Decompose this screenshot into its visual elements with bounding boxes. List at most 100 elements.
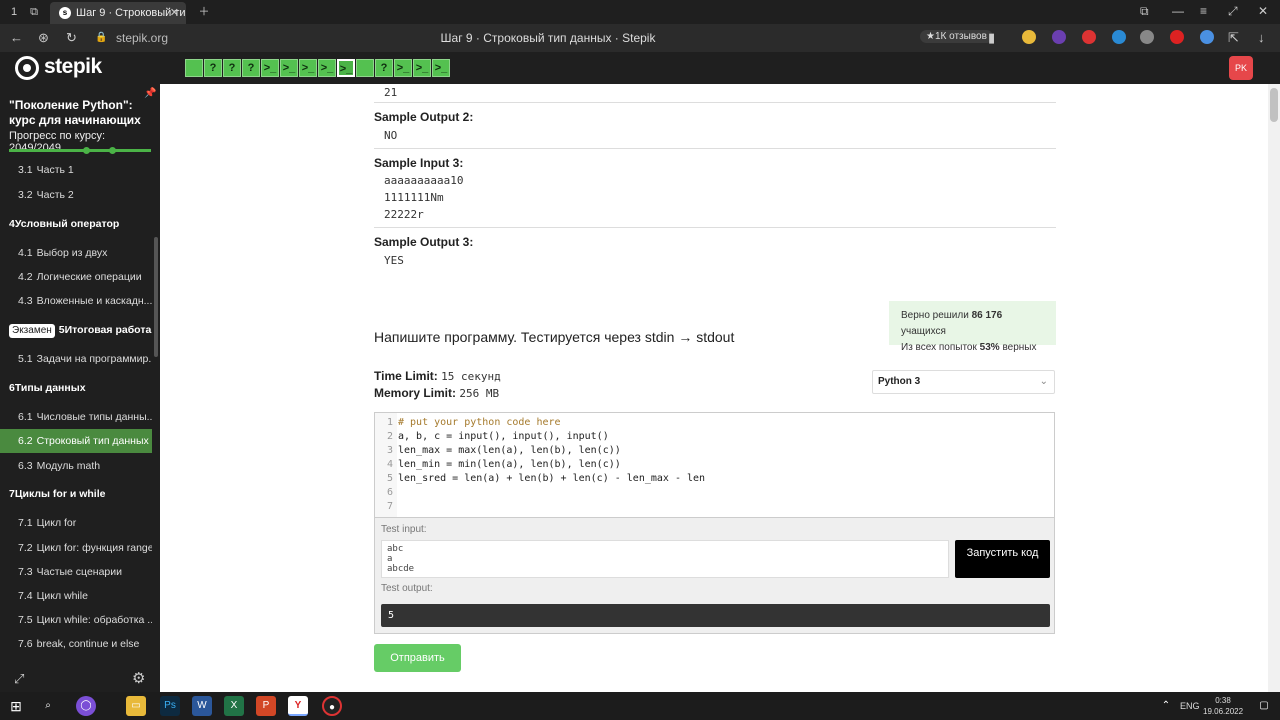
code-line[interactable]: len_min = min(len(a), len(b), len(c)) — [398, 459, 621, 470]
sidebar-lesson[interactable]: 7.6 break, continue и else — [0, 632, 152, 656]
stepik-logo-text[interactable]: stepik — [44, 55, 102, 79]
tray-expand-icon[interactable]: ⌃ — [1156, 696, 1176, 716]
sidebar-lesson[interactable]: 7.2 Цикл for: функция range — [0, 536, 152, 560]
sidebar-lesson[interactable]: 3.1 Часть 1 — [0, 158, 152, 182]
sidebar-lesson[interactable]: 7.1 Цикл for — [0, 511, 152, 535]
bookmarks-icon[interactable]: ⧉ — [1140, 4, 1149, 19]
sidebar-lesson[interactable]: 7.4 Цикл while — [0, 584, 152, 608]
step-square[interactable]: >_ — [432, 59, 450, 77]
course-progress-bar — [9, 147, 151, 154]
run-code-button[interactable]: Запустить код — [955, 540, 1050, 578]
page-scrollbar[interactable] — [1268, 84, 1280, 692]
extension-7-icon[interactable] — [1200, 30, 1214, 44]
alice-icon[interactable]: ◯ — [76, 696, 96, 716]
sidebar-lesson[interactable]: 6.1 Числовые типы данны... — [0, 405, 152, 429]
extension-4-icon[interactable] — [1112, 30, 1126, 44]
code-line[interactable]: len_sred = len(a) + len(b) + len(c) - le… — [398, 473, 705, 484]
step-square[interactable]: >_ — [394, 59, 412, 77]
sidebar-lesson[interactable]: 4.3 Вложенные и каскадн... — [0, 289, 152, 313]
scrollbar-thumb[interactable] — [1270, 88, 1278, 122]
extension-2-icon[interactable] — [1052, 30, 1066, 44]
step-square[interactable]: >_ — [413, 59, 431, 77]
sidebar-lesson[interactable]: 6.2 Строковый тип данных — [0, 429, 152, 453]
excel-icon[interactable]: X — [224, 696, 244, 716]
menu-icon[interactable]: ≡ — [1200, 4, 1207, 18]
sidebar-lesson[interactable]: 7.3 Частые сценарии — [0, 560, 152, 584]
step-square[interactable]: ? — [242, 59, 260, 77]
powerpoint-icon[interactable]: P — [256, 696, 276, 716]
sidebar-item-label: Цикл while — [36, 590, 88, 602]
gear-icon[interactable]: ⚙ — [132, 669, 145, 687]
step-square[interactable]: ? — [375, 59, 393, 77]
step-square[interactable]: ? — [204, 59, 222, 77]
code-line[interactable]: a, b, c = input(), input(), input() — [398, 431, 609, 442]
sidebar-lesson[interactable]: 4.2 Логические операции — [0, 265, 152, 289]
active-browser-tab[interactable]: s Шаг 9 · Строковый тип ✕ — [50, 2, 186, 24]
word-icon[interactable]: W — [192, 696, 212, 716]
sidebar-scrollbar[interactable] — [154, 237, 158, 357]
sidebar-item-label: Условный оператор — [14, 218, 120, 230]
stepik-logo-icon[interactable] — [15, 56, 39, 80]
tray-language[interactable]: ENG — [1180, 701, 1200, 711]
photoshop-icon[interactable]: Ps — [160, 696, 180, 716]
close-tab-icon[interactable]: ✕ — [170, 2, 179, 24]
sidebar-lesson[interactable]: 5.1 Задачи на программир... — [0, 347, 152, 371]
sidebar-item-label: Частые сценарии — [36, 566, 123, 578]
tab-counter-icon[interactable]: 1 — [6, 4, 22, 20]
extension-3-icon[interactable] — [1082, 30, 1096, 44]
new-tab-icon[interactable]: ＋ — [196, 4, 212, 20]
download-icon[interactable]: ↓ — [1258, 30, 1265, 45]
sidebar-item-number: 4.3 — [18, 295, 33, 307]
step-square[interactable] — [356, 59, 374, 77]
bookmark-icon[interactable]: ▮ — [988, 30, 995, 46]
extension-5-icon[interactable] — [1140, 30, 1154, 44]
time-limit: Time Limit: 15 секунд — [374, 369, 501, 383]
sidebar-lesson[interactable]: 4.1 Выбор из двух — [0, 241, 152, 265]
restore-icon[interactable]: ⤢ — [1228, 4, 1238, 19]
sidebar-item-label: Логические операции — [36, 271, 142, 283]
extension-1-icon[interactable] — [1022, 30, 1036, 44]
step-square[interactable]: >_ — [299, 59, 317, 77]
step-square[interactable]: >_ — [261, 59, 279, 77]
extension-6-icon[interactable] — [1170, 30, 1184, 44]
submit-button[interactable]: Отправить — [374, 644, 461, 672]
test-input-field[interactable]: abc a abcde — [381, 540, 949, 578]
screen-recorder-icon[interactable]: ● — [322, 696, 342, 716]
step-square[interactable]: >_ — [337, 59, 355, 77]
sidebar-item-number: 7.3 — [18, 566, 33, 578]
divider — [374, 102, 1056, 103]
sidebar-lesson[interactable]: 3.2 Часть 2 — [0, 183, 152, 207]
step-square[interactable]: ? — [223, 59, 241, 77]
close-window-icon[interactable]: ✕ — [1258, 4, 1268, 18]
sidebar-module[interactable]: 7Циклы for и while — [0, 482, 152, 506]
windows-start-icon[interactable]: ⊞ — [6, 696, 26, 716]
minimize-icon[interactable]: — — [1172, 4, 1184, 18]
step-content: 21 Sample Output 2: NO Sample Input 3: a… — [160, 84, 1268, 692]
course-title[interactable]: "Поколение Python": курс для начинающих — [9, 98, 144, 128]
yandex-browser-icon[interactable]: Y — [288, 696, 308, 716]
search-icon[interactable]: ⌕ — [38, 696, 58, 716]
code-line[interactable]: # put your python code here — [398, 417, 561, 428]
user-avatar[interactable]: PK — [1229, 56, 1253, 80]
sidebar-lesson[interactable]: 6.3 Модуль math — [0, 454, 152, 478]
reviews-badge[interactable]: ★1К отзывов — [920, 30, 993, 43]
file-explorer-icon[interactable]: ▭ — [126, 696, 146, 716]
step-square[interactable]: >_ — [318, 59, 336, 77]
code-editor[interactable]: 1 2 3 4 5 6 7 # put your python code here a, b,… — [374, 412, 1055, 518]
share-icon[interactable]: ⇱ — [1228, 30, 1239, 46]
new-folder-icon[interactable]: ⧉ — [26, 4, 42, 20]
pin-icon[interactable]: 📌 — [144, 88, 156, 99]
collapse-sidebar-icon[interactable]: ⤢ — [14, 671, 24, 687]
sidebar-item-label: Задачи на программир... — [36, 353, 152, 365]
language-select[interactable]: Python 3 ⌄ — [872, 370, 1055, 394]
sidebar-lesson[interactable]: 7.5 Цикл while: обработка ... — [0, 608, 152, 632]
sidebar-module[interactable]: Экзамен 5Итоговая работа... — [0, 318, 152, 342]
sidebar-item-number: 4.1 — [18, 247, 33, 259]
tray-clock[interactable]: 0:38 19.06.2022 — [1203, 695, 1243, 717]
step-square[interactable]: >_ — [280, 59, 298, 77]
sidebar-module[interactable]: 6Типы данных — [0, 376, 152, 400]
code-line[interactable]: len_max = max(len(a), len(b), len(c)) — [398, 445, 621, 456]
notifications-icon[interactable]: ▢ — [1254, 696, 1274, 716]
step-square[interactable] — [185, 59, 203, 77]
sidebar-module[interactable]: 4Условный оператор — [0, 212, 152, 236]
